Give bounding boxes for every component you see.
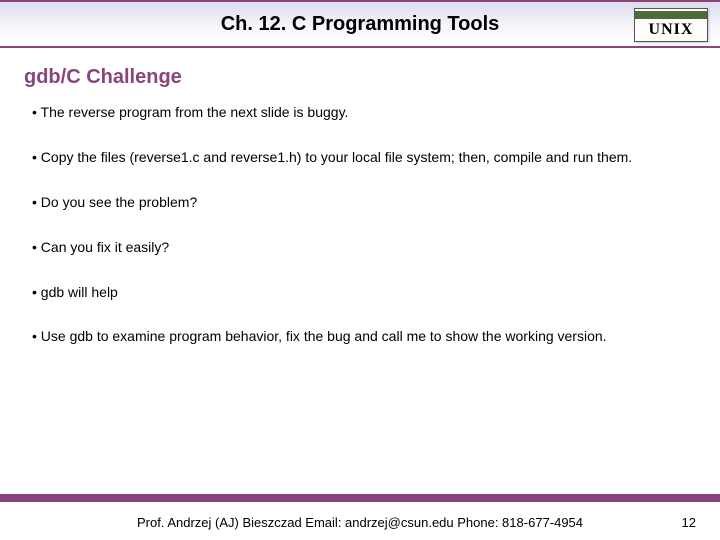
list-item: Can you fix it easily?: [32, 238, 692, 257]
page-number: 12: [682, 515, 696, 530]
footer-text: Prof. Andrzej (AJ) Bieszczad Email: andr…: [0, 504, 720, 540]
footer-rule: [0, 494, 720, 502]
badge-label: UNIX: [649, 19, 694, 39]
chapter-title: Ch. 12. C Programming Tools: [221, 13, 500, 36]
list-item: gdb will help: [32, 283, 692, 302]
list-item: The reverse program from the next slide …: [32, 103, 692, 122]
slide-header: Ch. 12. C Programming Tools UNIX: [0, 0, 720, 48]
unix-badge: UNIX: [634, 8, 708, 42]
list-item: Do you see the problem?: [32, 193, 692, 212]
bullet-list: The reverse program from the next slide …: [0, 103, 720, 346]
list-item: Copy the files (reverse1.c and reverse1.…: [32, 148, 692, 167]
badge-stripe: [635, 11, 707, 19]
list-item: Use gdb to examine program behavior, fix…: [32, 327, 692, 346]
section-title: gdb/C Challenge: [0, 48, 720, 103]
